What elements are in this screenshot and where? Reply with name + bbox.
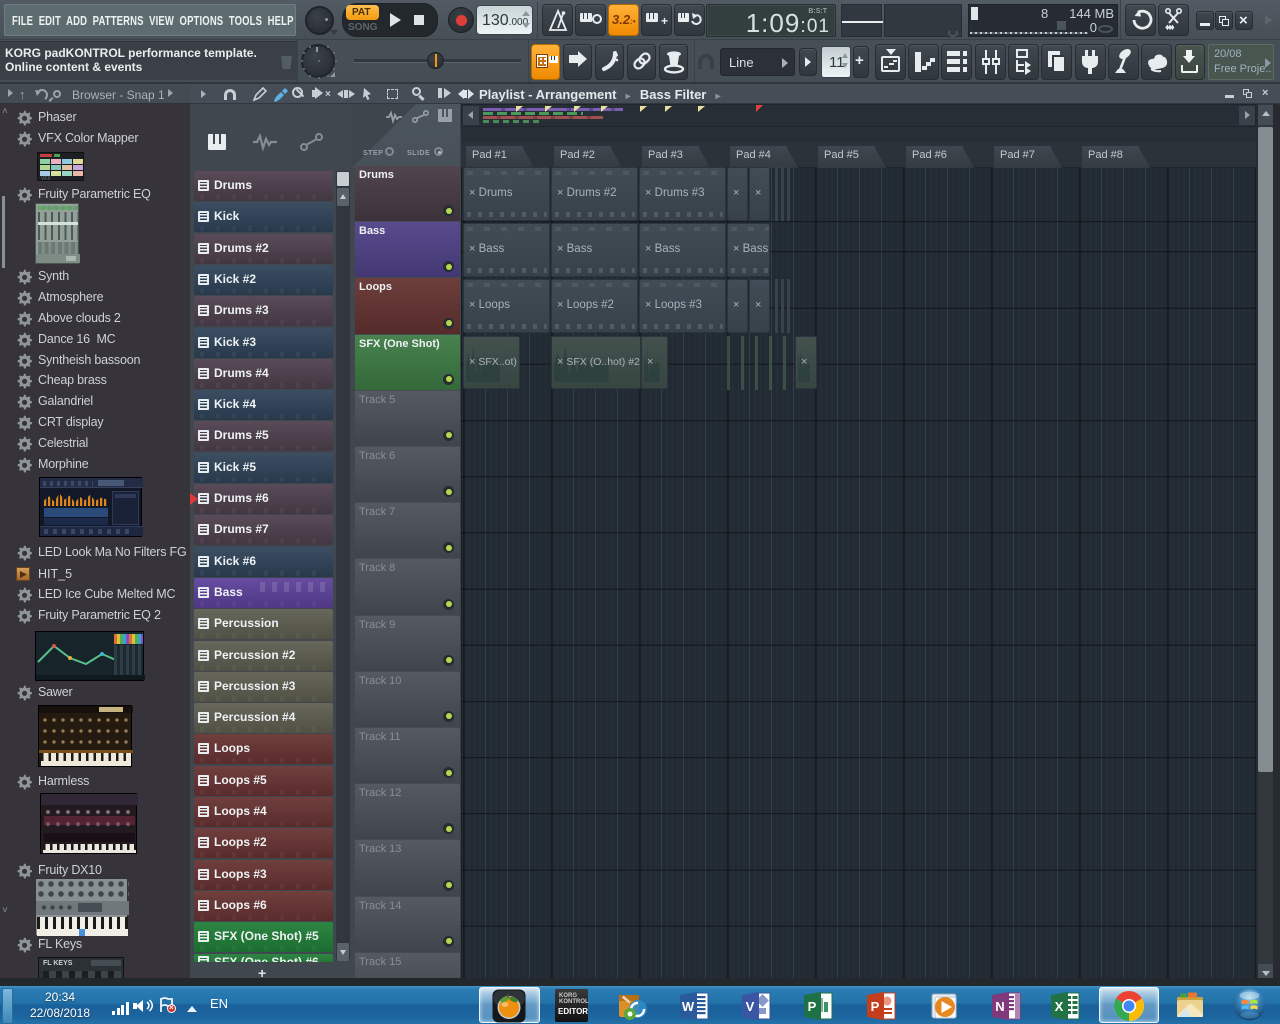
svg-text:N: N [995,999,1004,1014]
svg-text:V: V [746,999,755,1014]
svg-text:X: X [1055,999,1064,1014]
svg-text:W: W [682,999,695,1014]
svg-text:P: P [808,999,817,1014]
svg-text:P: P [871,999,880,1014]
